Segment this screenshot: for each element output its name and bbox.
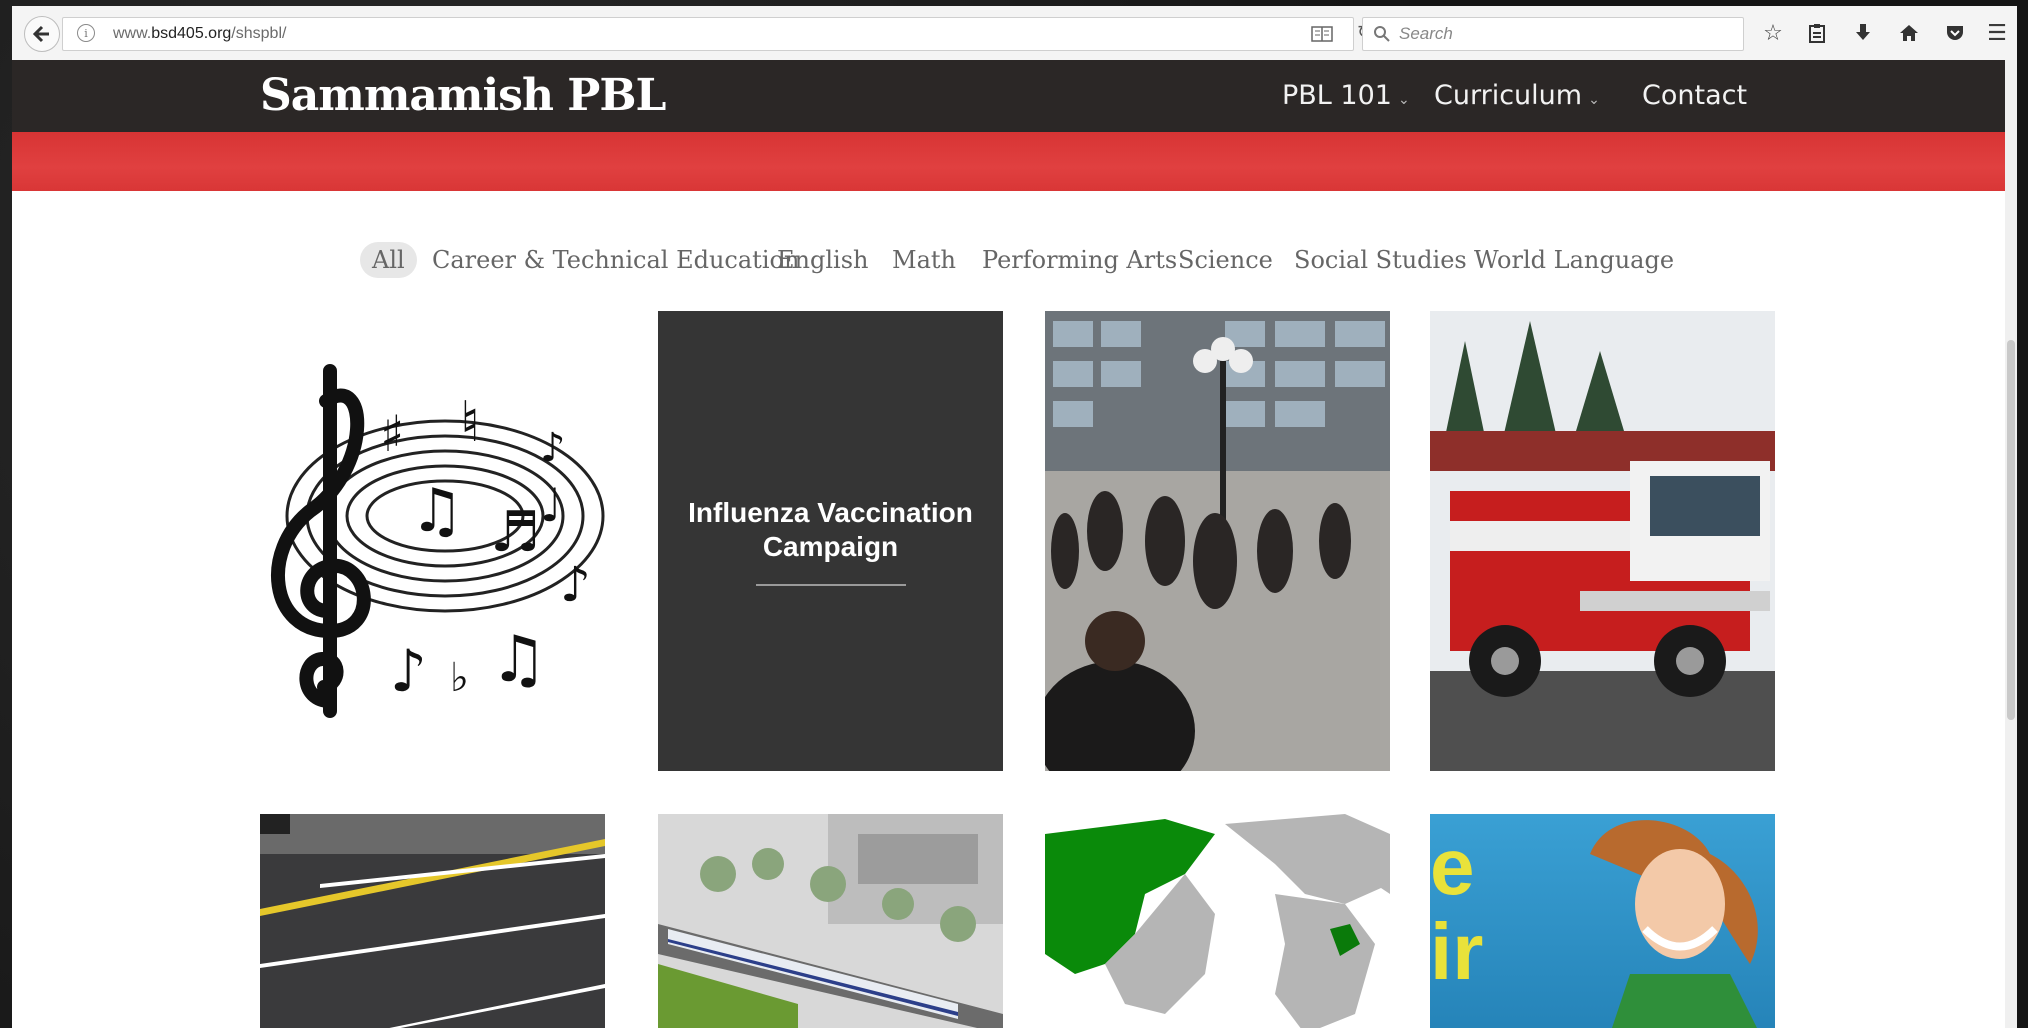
project-tile-world-map[interactable] <box>1045 814 1390 1028</box>
filter-performing-arts[interactable]: Performing Arts <box>982 246 1177 274</box>
svg-text:♩: ♩ <box>540 478 562 532</box>
filter-english[interactable]: English <box>777 246 868 274</box>
woman-poster-image: e ir <box>1430 814 1775 1028</box>
back-button[interactable] <box>24 16 60 52</box>
fire-truck-photo <box>1430 311 1775 771</box>
hero-band <box>12 132 2017 191</box>
filter-world-language[interactable]: World Language <box>1474 246 1674 274</box>
search-bar[interactable]: Search <box>1362 17 1744 51</box>
reader-view-icon[interactable] <box>1311 26 1333 42</box>
search-placeholder: Search <box>1399 24 1453 43</box>
flash-mob-photo <box>1045 311 1390 771</box>
project-tile-music[interactable]: ♯ ♮ ♪ ♫ ♬ ♪ ♭ ♫ ♪ ♩ <box>260 311 605 771</box>
url-text: www.bsd405.org/shspbl/ <box>113 25 287 42</box>
nav-curriculum[interactable]: Curriculum ⌄ <box>1434 80 1600 111</box>
world-map-image <box>1045 814 1390 1028</box>
filter-math[interactable]: Math <box>892 246 956 274</box>
filter-career-technical-education[interactable]: Career & Technical Education <box>432 246 799 274</box>
address-bar[interactable]: i www.bsd405.org/shspbl/ ↻ <box>62 17 1372 51</box>
nav-contact[interactable]: Contact <box>1642 80 1747 111</box>
project-tile-fire-truck[interactable] <box>1430 311 1775 771</box>
project-tile-light-rail[interactable] <box>658 814 1003 1028</box>
home-icon[interactable] <box>1896 20 1922 46</box>
menu-icon[interactable]: ☰ <box>1984 20 2010 46</box>
project-tile-influenza[interactable]: Influenza Vaccination Campaign <box>658 311 1003 771</box>
filter-all[interactable]: All <box>360 242 417 278</box>
svg-text:♬: ♬ <box>490 500 540 565</box>
svg-text:♫: ♫ <box>410 476 464 546</box>
svg-text:♪: ♪ <box>390 637 427 705</box>
svg-text:♮: ♮ <box>460 390 480 455</box>
scroll-thumb[interactable] <box>2007 340 2015 720</box>
info-icon[interactable]: i <box>77 24 95 42</box>
project-tile-flash-mob[interactable] <box>1045 311 1390 771</box>
back-arrow-icon <box>33 25 49 43</box>
project-title: Influenza Vaccination Campaign <box>688 497 973 562</box>
nav-pbl-101[interactable]: PBL 101 ⌄ <box>1282 80 1410 111</box>
svg-text:♭: ♭ <box>450 655 469 701</box>
chevron-down-icon: ⌄ <box>1588 92 1600 108</box>
filter-science[interactable]: Science <box>1178 246 1273 274</box>
clipboard-icon[interactable] <box>1804 20 1830 46</box>
parking-lot-photo <box>260 814 605 1028</box>
bookmark-star-icon[interactable]: ☆ <box>1760 20 1786 46</box>
svg-text:♫: ♫ <box>490 623 547 697</box>
svg-text:ir: ir <box>1430 907 1483 996</box>
project-tile-poster[interactable]: e ir <box>1430 814 1775 1028</box>
download-icon[interactable] <box>1850 20 1876 46</box>
project-tile-parking[interactable] <box>260 814 605 1028</box>
filter-social-studies[interactable]: Social Studies <box>1294 246 1467 274</box>
site-title[interactable]: Sammamish PBL <box>260 70 666 121</box>
light-rail-rendering <box>658 814 1003 1028</box>
svg-text:♯: ♯ <box>380 405 404 463</box>
chevron-down-icon: ⌄ <box>1397 92 1410 108</box>
browser-window: i www.bsd405.org/shspbl/ ↻ Search ☆ <box>12 6 2017 1028</box>
pocket-icon[interactable] <box>1942 20 1968 46</box>
svg-text:♪: ♪ <box>560 557 591 613</box>
search-icon <box>1374 26 1390 42</box>
category-filters: All Career & Technical Education English… <box>12 242 2017 286</box>
browser-toolbar: i www.bsd405.org/shspbl/ ↻ Search ☆ <box>12 6 2017 61</box>
music-notes-image: ♯ ♮ ♪ ♫ ♬ ♪ ♭ ♫ ♪ ♩ <box>271 364 605 718</box>
svg-text:♪: ♪ <box>540 425 566 471</box>
scrollbar[interactable] <box>2005 60 2017 1028</box>
title-divider <box>755 584 906 586</box>
site-header: Sammamish PBL PBL 101 ⌄ Curriculum ⌄ Conta… <box>12 60 2017 132</box>
svg-text:e: e <box>1430 822 1475 911</box>
